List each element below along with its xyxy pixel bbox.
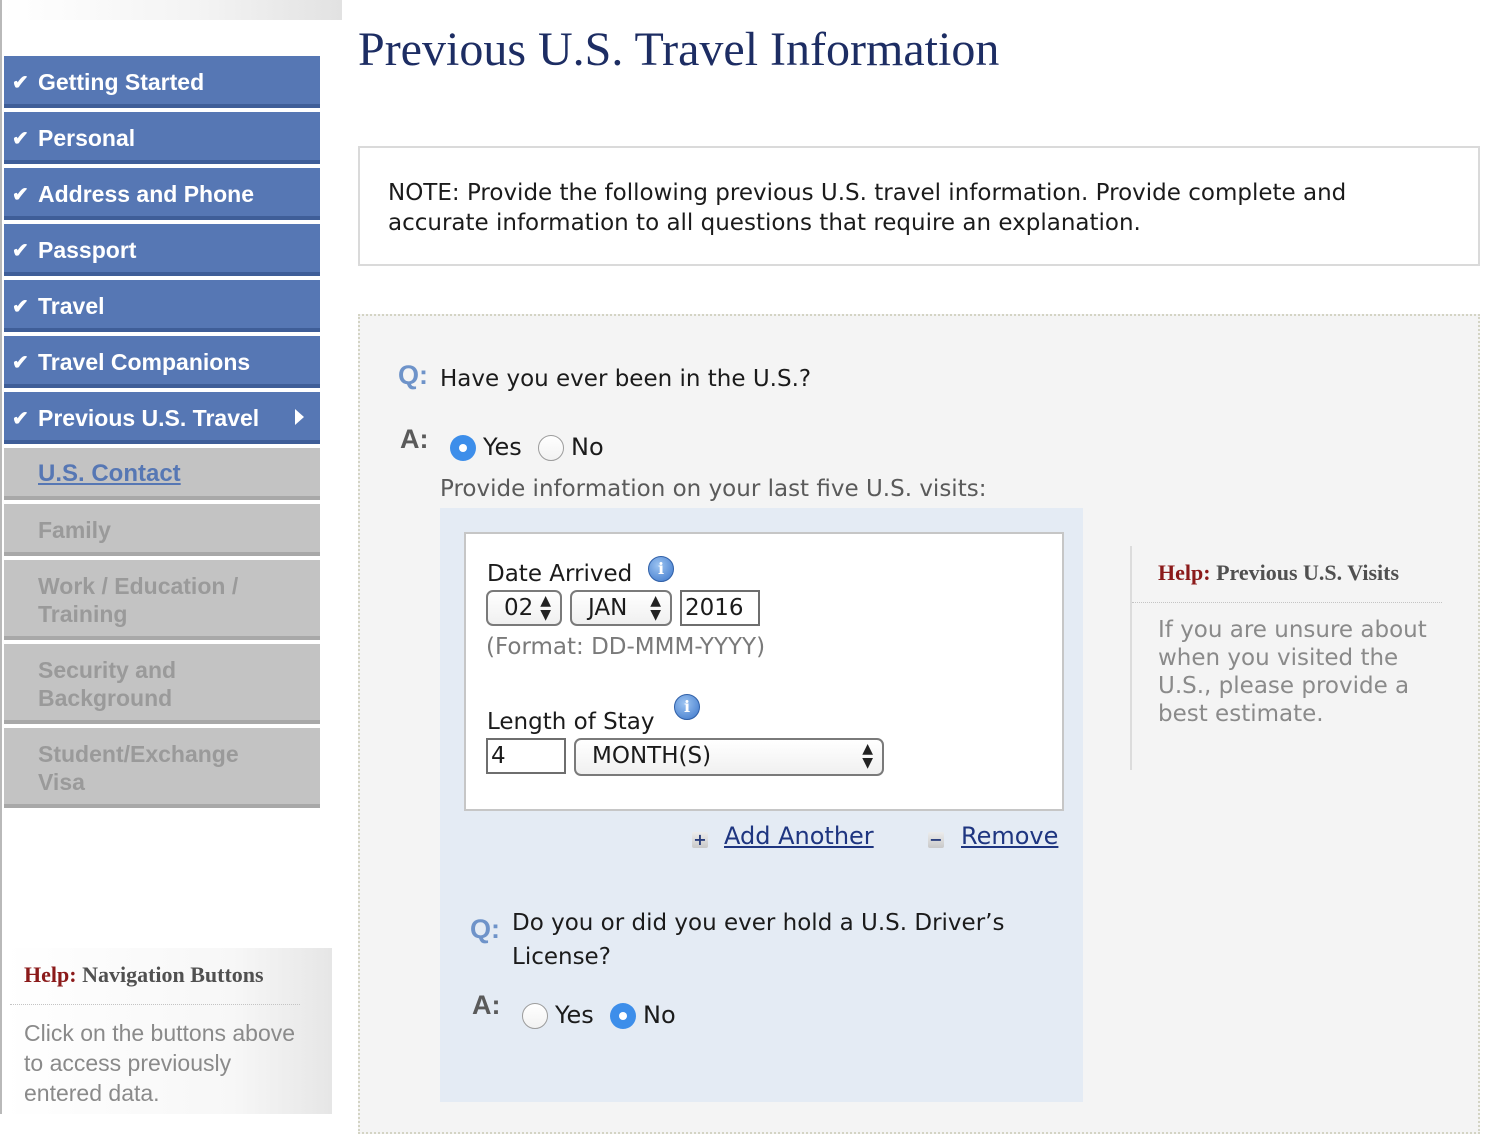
help-heading: Previous U.S. Visits (1216, 560, 1400, 585)
visits-instruction: Provide information on your last five U.… (440, 476, 987, 502)
date-format-hint: (Format: DD-MMM-YYYY) (486, 634, 766, 660)
sidebar-item-student-exchange-visa[interactable]: Student/Exchange Visa (4, 728, 320, 808)
info-icon[interactable]: i (648, 556, 674, 582)
sidebar-item-label: Student/Exchange Visa (38, 741, 239, 795)
sidebar-item-previous-us-travel[interactable]: ✔ Previous U.S. Travel (4, 392, 320, 444)
sidebar-item-security-and-background[interactable]: Security and Background (4, 644, 320, 724)
question-drivers-license: Do you or did you ever hold a U.S. Drive… (512, 910, 1005, 970)
help-title: Help: Navigation Buttons (24, 962, 264, 988)
sidebar-item-label: Personal (38, 125, 136, 151)
question-marker: Q: (398, 360, 428, 390)
help-prefix: Help: (1158, 560, 1211, 585)
stay-unit-select[interactable]: MONTH(S) ▲ ▼ (574, 738, 884, 776)
sidebar-item-label: Travel Companions (38, 349, 251, 375)
sidebar-item-label: Passport (38, 237, 137, 263)
updown-arrows-icon: ▲ ▼ (540, 593, 551, 623)
radio-label-yes[interactable]: Yes (483, 433, 522, 461)
stay-unit-value: MONTH(S) (592, 743, 712, 769)
minus-icon[interactable]: − (928, 832, 944, 848)
help-text: If you are unsure about when you visited… (1158, 617, 1427, 727)
radio-been-in-us-no[interactable] (538, 435, 564, 461)
radio-drivers-license-yes[interactable] (522, 1003, 548, 1029)
answer-marker: A: (472, 990, 501, 1020)
sidebar-item-travel[interactable]: ✔ Travel (4, 280, 320, 332)
month-select[interactable]: JAN ▲ ▼ (570, 590, 672, 626)
question-marker: Q: (470, 914, 500, 944)
sidebar-item-us-contact[interactable]: U.S. Contact (4, 448, 320, 500)
sidebar-item-passport[interactable]: ✔ Passport (4, 224, 320, 276)
sidebar-item-label: Address and Phone (38, 181, 254, 207)
month-value: JAN (588, 595, 628, 621)
checkmark-icon: ✔ (12, 408, 29, 430)
radio-drivers-license-no[interactable] (610, 1003, 636, 1029)
checkmark-icon: ✔ (12, 128, 29, 150)
info-icon[interactable]: i (674, 694, 700, 720)
sidebar-item-address-and-phone[interactable]: ✔ Address and Phone (4, 168, 320, 220)
sidebar-item-label: Previous U.S. Travel (38, 405, 260, 431)
sidebar-item-travel-companions[interactable]: ✔ Travel Companions (4, 336, 320, 388)
length-of-stay-input[interactable] (486, 738, 566, 774)
remove-link[interactable]: Remove (961, 822, 1058, 850)
day-select[interactable]: 02 ▲ ▼ (486, 590, 562, 626)
navigation-help-panel: Help: Navigation Buttons Click on the bu… (4, 948, 332, 1114)
radio-been-in-us-yes[interactable] (450, 435, 476, 461)
help-text: Click on the buttons above to access pre… (24, 1020, 296, 1106)
radio-label-no[interactable]: No (571, 433, 604, 461)
help-prefix: Help: (24, 962, 77, 987)
divider (1132, 602, 1442, 603)
radio-label-no[interactable]: No (643, 1001, 676, 1029)
checkmark-icon: ✔ (12, 352, 29, 374)
help-heading: Navigation Buttons (82, 962, 264, 987)
add-another-link[interactable]: Add Another (724, 822, 874, 850)
year-input[interactable] (680, 590, 760, 626)
sidebar-item-label: Family (38, 517, 111, 543)
updown-arrows-icon: ▲ ▼ (862, 741, 873, 771)
help-title: Help: Previous U.S. Visits (1158, 560, 1399, 586)
sidebar-item-label: U.S. Contact (38, 460, 181, 487)
date-arrived-label: Date Arrived (487, 561, 633, 587)
sidebar-item-work-education-training[interactable]: Work / Education / Training (4, 560, 320, 640)
question-been-in-us: Have you ever been in the U.S.? (440, 366, 812, 392)
divider (10, 1004, 300, 1005)
sidebar-item-label: Getting Started (38, 69, 205, 95)
sidebar-item-label: Security and Background (38, 657, 177, 711)
note-box: NOTE: Provide the following previous U.S… (358, 146, 1480, 266)
sidebar-item-label: Work / Education / Training (38, 573, 239, 627)
day-value: 02 (504, 595, 534, 621)
checkmark-icon: ✔ (12, 72, 29, 94)
length-of-stay-label: Length of Stay (487, 709, 655, 735)
radio-label-yes[interactable]: Yes (555, 1001, 594, 1029)
sidebar-item-personal[interactable]: ✔ Personal (4, 112, 320, 164)
sidebar-top-strip (2, 0, 342, 20)
sidebar-item-label: Travel (38, 293, 105, 319)
page-title: Previous U.S. Travel Information (358, 23, 1000, 76)
updown-arrows-icon: ▲ ▼ (650, 593, 661, 623)
sidebar-navigation: ✔ Getting Started ✔ Personal ✔ Address a… (0, 0, 342, 1114)
plus-icon[interactable]: + (692, 832, 708, 848)
previous-visits-help-panel: Help: Previous U.S. Visits If you are un… (1130, 546, 1452, 770)
checkmark-icon: ✔ (12, 296, 29, 318)
checkmark-icon: ✔ (12, 240, 29, 262)
note-text: NOTE: Provide the following previous U.S… (388, 180, 1347, 236)
answer-marker: A: (400, 424, 429, 454)
sidebar-item-getting-started[interactable]: ✔ Getting Started (4, 56, 320, 108)
checkmark-icon: ✔ (12, 184, 29, 206)
sidebar-item-family[interactable]: Family (4, 504, 320, 556)
arrow-right-icon (295, 409, 304, 425)
